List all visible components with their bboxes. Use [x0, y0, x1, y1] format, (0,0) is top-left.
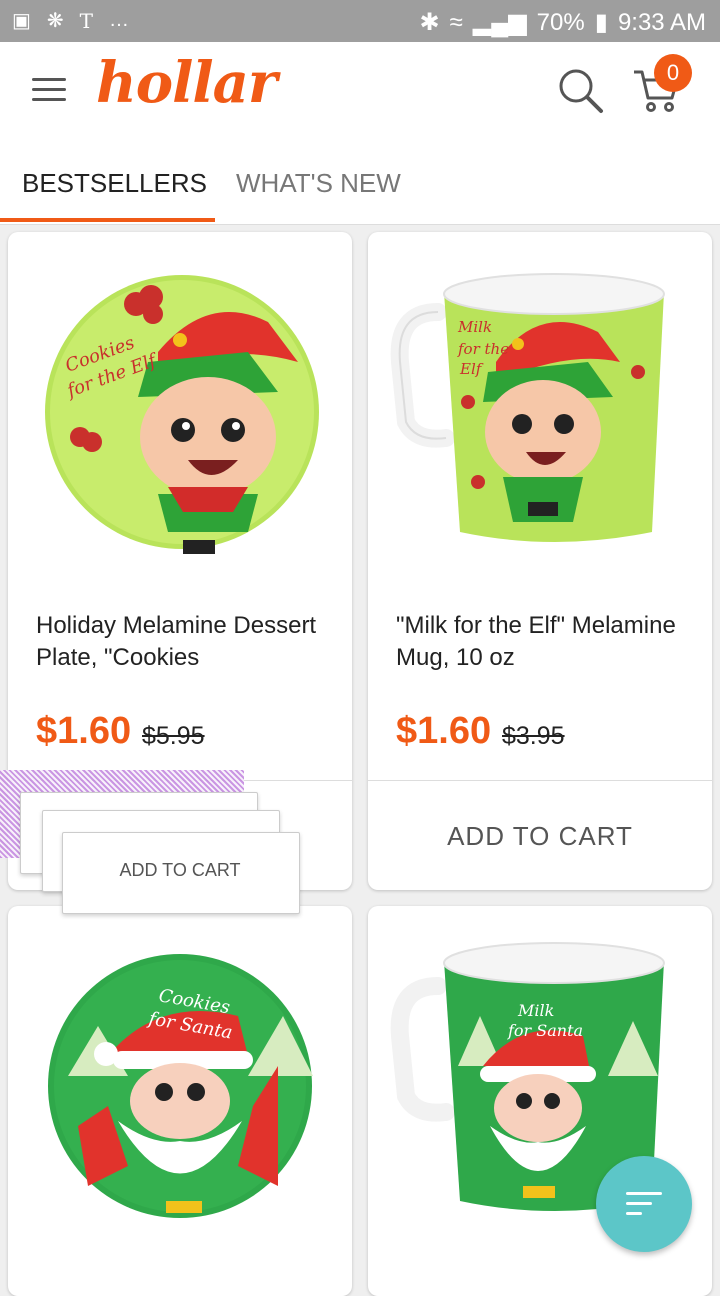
status-right: ✱ ≈ ▂▄▆ 70% ▮ 9:33 AM	[419, 8, 706, 37]
bluetooth-icon: ✱	[419, 9, 440, 36]
signal-icon: ▂▄▆	[472, 9, 527, 36]
app-logo[interactable]: hollar	[96, 50, 277, 116]
status-left-icons: ▣ ❋ T …	[12, 8, 129, 33]
product-image-elf-mug[interactable]: Milk for the Elf	[368, 232, 712, 592]
product-title[interactable]: "Milk for the Elf" Melamine Mug, 10 oz	[396, 610, 696, 674]
wifi-icon: ≈	[449, 8, 463, 36]
svg-text:Milk: Milk	[517, 1001, 554, 1020]
tab-bar: BESTSELLERS WHAT'S NEW	[0, 142, 720, 225]
svg-text:Elf: Elf	[459, 360, 484, 378]
filter-fab[interactable]	[596, 1156, 692, 1252]
svg-text:Milk: Milk	[457, 318, 492, 336]
add-to-cart-button[interactable]: ADD TO CART	[368, 781, 712, 890]
svg-text:for Santa: for Santa	[507, 1021, 583, 1040]
filter-icon	[626, 1192, 662, 1195]
product-image-elf-plate[interactable]: Cookies for the Elf	[8, 232, 352, 592]
search-icon[interactable]	[556, 66, 606, 116]
fan-icon: ❋	[46, 10, 64, 32]
status-bar: ▣ ❋ T … ✱ ≈ ▂▄▆ 70% ▮ 9:33 AM	[0, 0, 720, 42]
active-tab-indicator	[0, 218, 215, 222]
product-card-2[interactable]: Milk for the Elf "Milk for the Elf" Mela…	[368, 232, 712, 890]
product-card-3[interactable]: Cookies for Santa	[8, 906, 352, 1296]
product-price: $1.60	[36, 710, 132, 752]
cart-count-badge[interactable]: 0	[654, 54, 692, 92]
more-icon: …	[109, 9, 130, 31]
filter-icon-line	[626, 1212, 642, 1215]
clock: 9:33 AM	[617, 8, 706, 36]
battery-percent: 70%	[536, 8, 585, 36]
product-old-price: $3.95	[502, 722, 565, 750]
svg-text:for the: for the	[457, 340, 509, 358]
product-old-price: $5.95	[142, 722, 205, 750]
product-title[interactable]: Holiday Melamine Dessert Plate, "Cookies	[36, 610, 336, 674]
hamburger-icon[interactable]	[32, 78, 66, 102]
product-price: $1.60	[396, 710, 492, 752]
battery-icon: ▮	[594, 9, 608, 36]
tab-bestsellers[interactable]: BESTSELLERS	[22, 168, 207, 199]
carrier-icon: T	[79, 8, 94, 33]
filter-icon-line	[626, 1202, 652, 1205]
overlay-add-to-cart-label[interactable]: ADD TO CART	[64, 860, 296, 881]
tab-whats-new[interactable]: WHAT'S NEW	[236, 168, 401, 199]
gallery-icon: ▣	[12, 10, 31, 32]
product-image-santa-plate[interactable]: Cookies for Santa	[8, 906, 352, 1266]
